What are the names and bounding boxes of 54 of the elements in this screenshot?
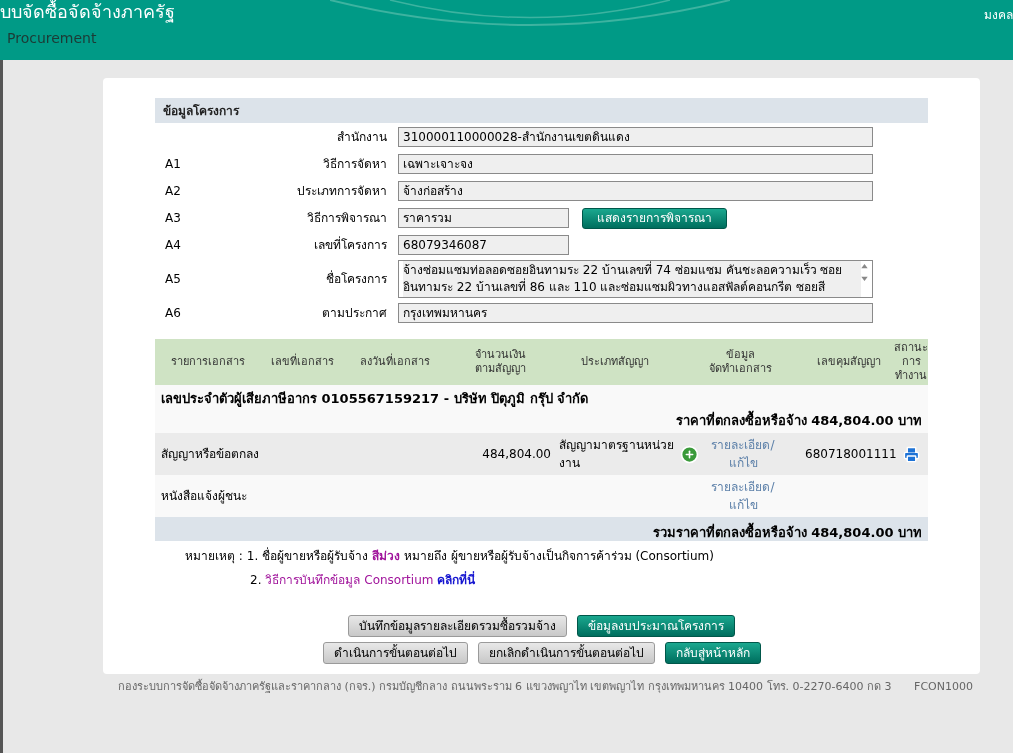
- column-header: ข้อมูล จัดทำเอกสาร: [707, 348, 773, 376]
- field-label: สำนักงาน: [337, 130, 387, 144]
- show-list-button[interactable]: แสดงรายการพิจารณา: [582, 207, 727, 229]
- footer-text: กองระบบการจัดซื้อจัดจ้างภาครัฐและราคากลาง (กจร.) กรมบัญชีกลาง ถนนพระราม 6 แขวงพญาไท เขตพญาไท กรุงเทพมหานคร 10400 โทร. 0-2270-6400 กด 3: [118, 679, 892, 695]
- field-label: เลขที่โครงการ: [314, 238, 387, 252]
- input-field[interactable]: เฉพาะเจาะจง: [398, 154, 873, 174]
- table-cell: 680718001111: [805, 447, 897, 461]
- column-header: เลขคุมสัญญา: [815, 355, 882, 369]
- field-label: ตามประกาศ: [322, 306, 387, 320]
- site-subtitle: Procurement: [7, 29, 97, 48]
- input-field[interactable]: จ้างก่อสร้าง: [398, 181, 873, 201]
- input-field[interactable]: 68079346087: [398, 235, 569, 255]
- add-icon[interactable]: [679, 444, 699, 464]
- detail-link[interactable]: รายละเอียด/แก้ไข: [703, 478, 783, 514]
- notes-label: หมายเหตุ :: [185, 548, 243, 565]
- note-text: 1. ชื่อผู้ขายหรือผู้รับจ้าง สีม่วง หมายถึง ผู้ขายหรือผู้รับจ้างเป็นกิจการค้าร่วม (Consortium): [246, 547, 714, 565]
- note-text: วิธีการบันทึกข้อมูล Consortium: [265, 572, 434, 589]
- action-button[interactable]: ยกเลิกดำเนินการขั้นตอนต่อไป: [477, 642, 655, 664]
- column-header: สถานะ การ ทำงาน: [893, 341, 929, 383]
- action-button[interactable]: กลับสู่หน้าหลัก: [664, 642, 761, 664]
- table-cell-text: หนังสือแจ้งผู้ชนะ: [160, 488, 248, 505]
- table-cell-text: สัญญาหรือข้อตกลง: [160, 446, 260, 463]
- action-button[interactable]: ข้อมูลงบประมาณโครงการ: [577, 615, 735, 637]
- table-cell: 484,804.00: [482, 447, 551, 461]
- field-label: ประเภทการจัดหา: [297, 184, 387, 198]
- text-area[interactable]: จ้างซ่อมแซมท่อลอดซอยอินทามระ 22 บ้านเลขที่ 74 ซ่อมแซม คันชะลอความเร็ว ซอยอินทามระ 22 บ้านเลขที่ 86 และ 110 และซ่อมแซมผิวทางแอสฟัลต์คอนกรีต ซอยสี: [398, 260, 873, 298]
- input-field[interactable]: 310000110000028-สำนักงานเขตดินแดง: [398, 127, 873, 147]
- column-header: จำนวนเงิน ตามสัญญา: [473, 348, 527, 376]
- field-label: วิธีการจัดหา: [323, 157, 387, 171]
- detail-link[interactable]: รายละเอียด/แก้ไข: [703, 436, 783, 472]
- column-header: ลงวันที่เอกสาร: [359, 355, 431, 369]
- column-header: เลขที่เอกสาร: [270, 355, 335, 369]
- input-field[interactable]: ราคารวม: [398, 208, 569, 228]
- column-header: รายการเอกสาร: [169, 355, 246, 369]
- column-header: ประเภทสัญญา: [580, 355, 650, 369]
- input-field[interactable]: กรุงเทพมหานคร: [398, 303, 873, 323]
- printer-icon[interactable]: [902, 445, 920, 463]
- field-label: วิธีการพิจารณา: [307, 211, 387, 225]
- action-button[interactable]: บันทึกข้อมูลรายละเอียดรวมซื้อรวมจ้าง: [348, 615, 567, 637]
- field-code: A3: [165, 211, 181, 225]
- click-here-link[interactable]: คลิกที่นี่: [437, 571, 476, 589]
- vendor-name: เลขประจำตัวผู้เสียภาษีอากร 0105567159217 - บริษัท ปิตุภูมิ กรุ๊ป จำกัด: [161, 391, 589, 406]
- section-title: ข้อมูลโครงการ: [163, 102, 239, 120]
- field-code: A5: [165, 272, 181, 286]
- field-label: ชื่อโครงการ: [326, 272, 387, 286]
- field-code: A4: [165, 238, 181, 252]
- action-button[interactable]: ดำเนินการขั้นตอนต่อไป: [322, 642, 468, 664]
- field-code: A1: [165, 157, 181, 171]
- note-number: 2.: [250, 572, 262, 589]
- field-code: A6: [165, 306, 181, 320]
- page-code: FCON1000: [914, 679, 973, 695]
- user-name: มงคล: [984, 7, 1013, 24]
- table-cell: สัญญามาตรฐานหน่วยงาน: [559, 438, 674, 470]
- field-code: A2: [165, 184, 181, 198]
